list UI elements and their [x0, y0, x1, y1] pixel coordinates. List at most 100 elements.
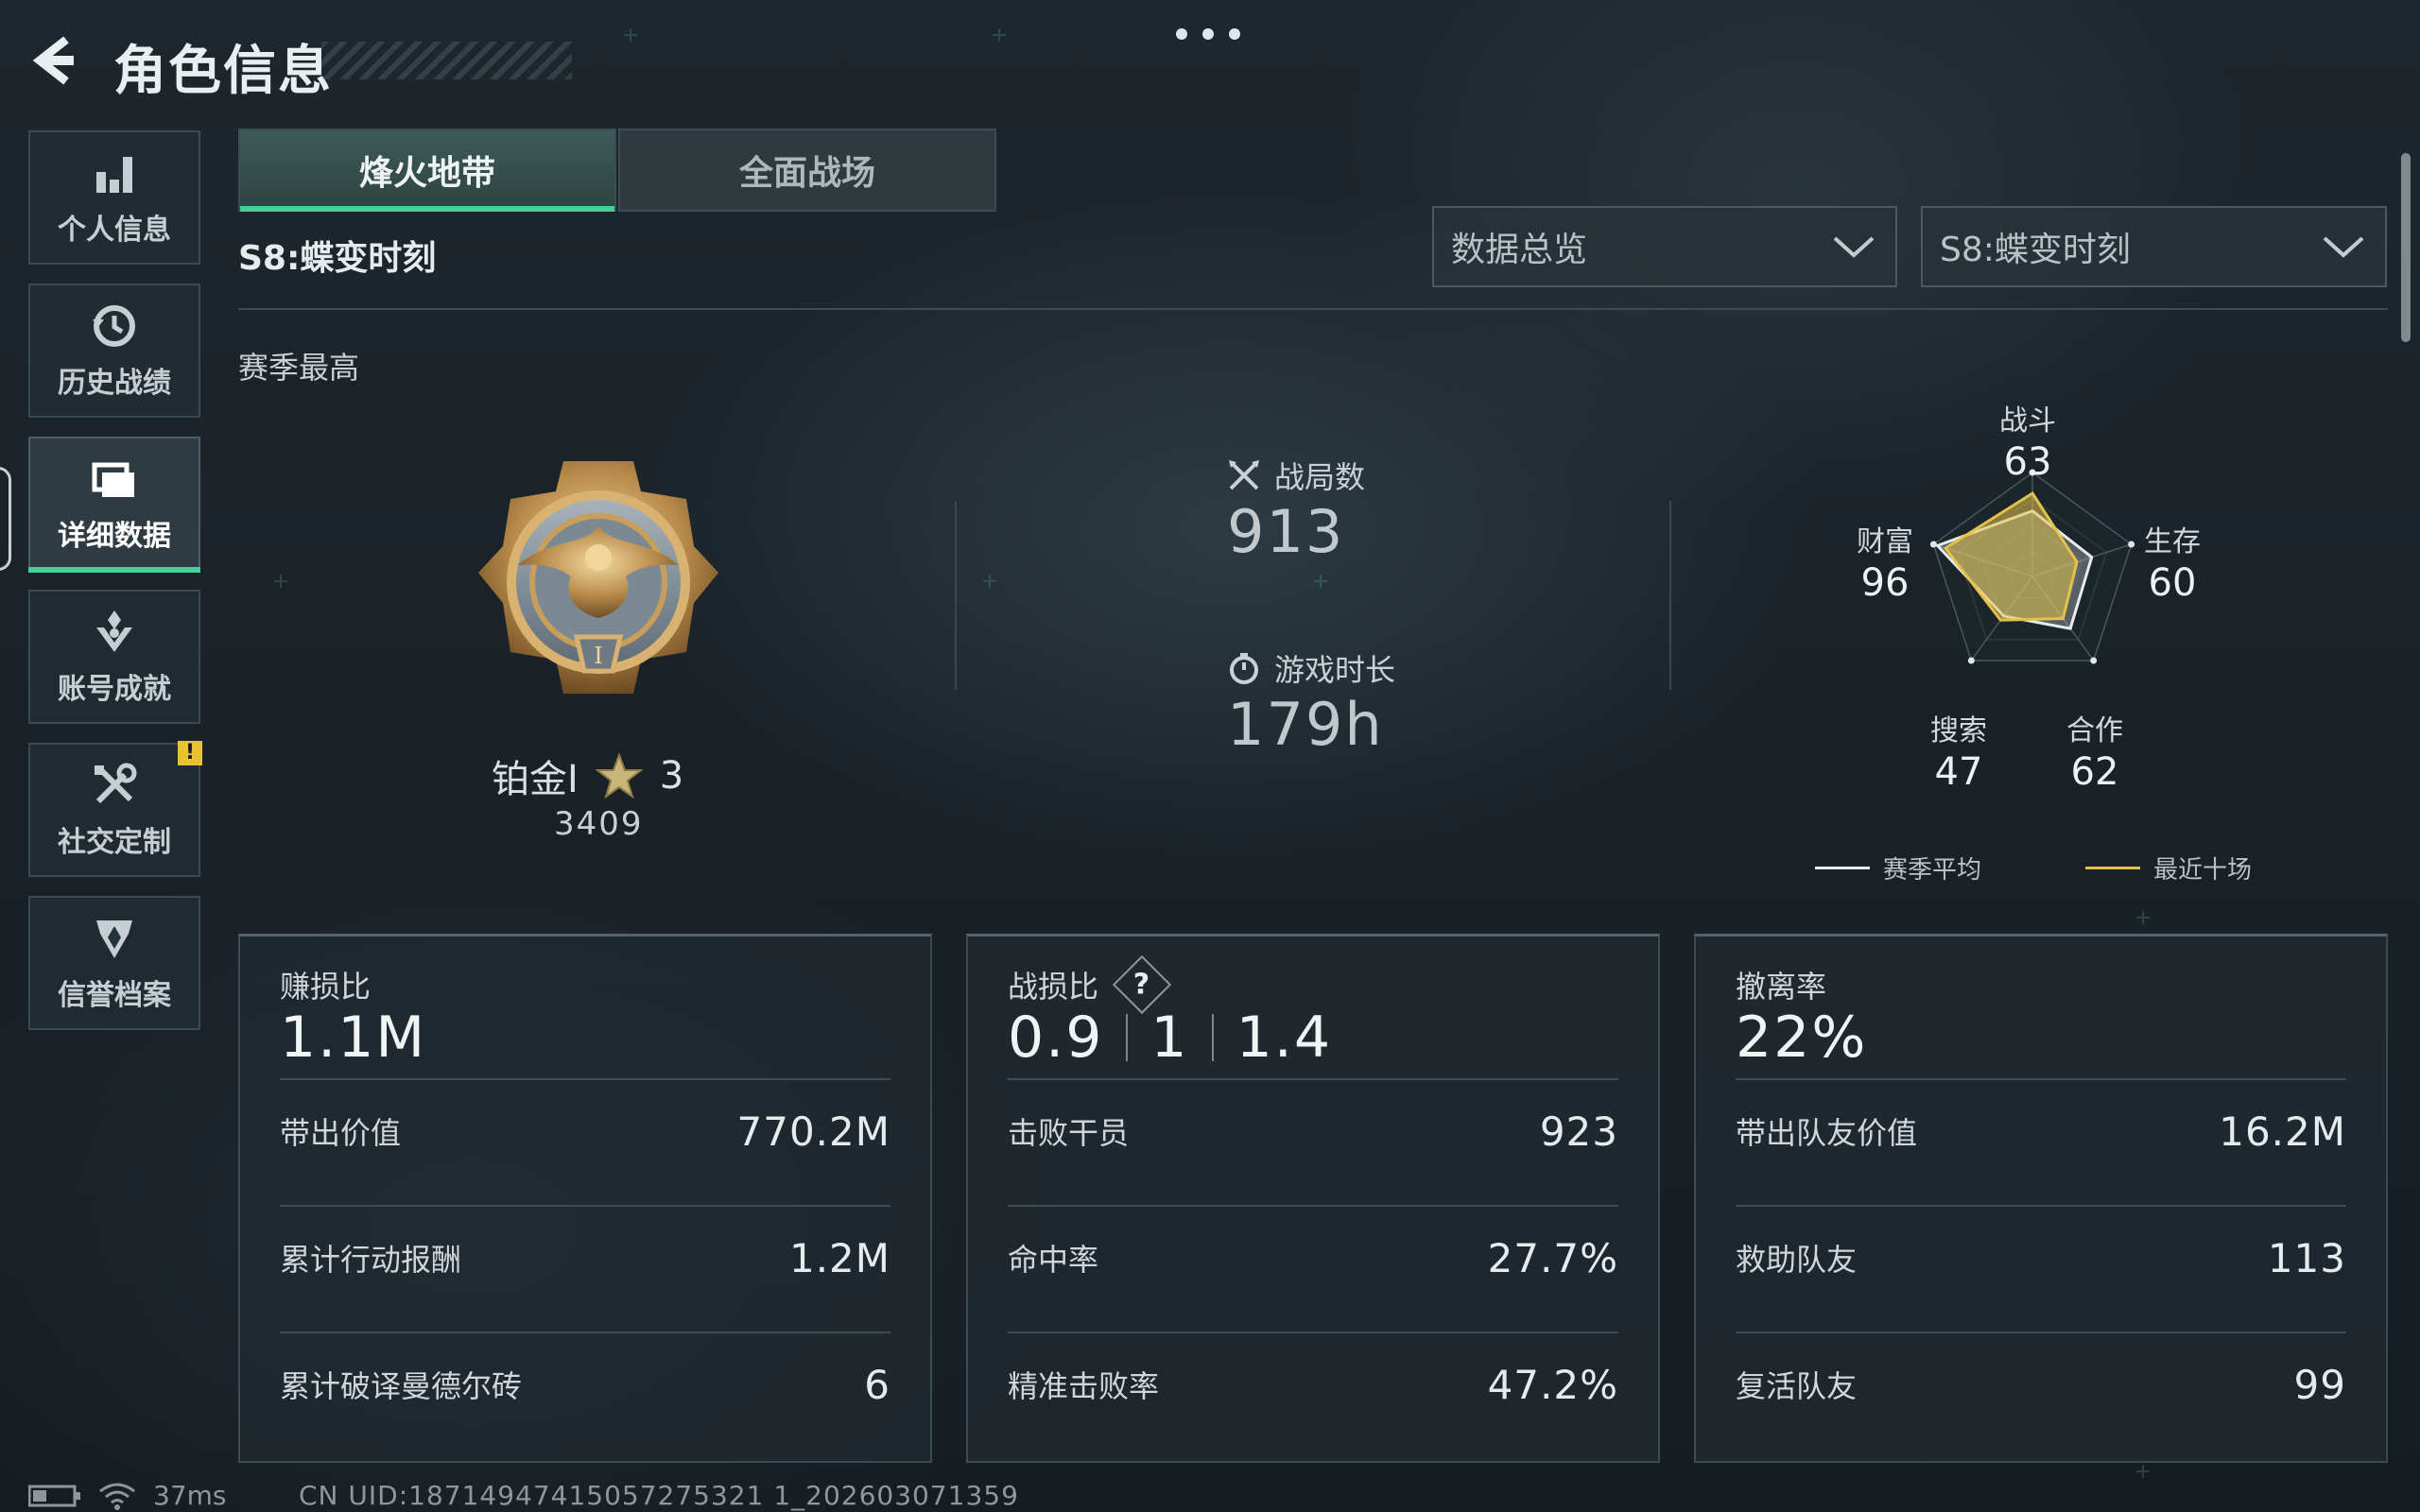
bar-chart-icon	[96, 157, 132, 193]
svg-text:I: I	[594, 643, 602, 669]
divider	[280, 1205, 890, 1207]
stat-row: 复活队友 99	[1736, 1361, 2346, 1408]
card-title: 撤离率	[1736, 969, 1827, 1005]
grid-mark	[274, 575, 287, 588]
legend-swatch	[2085, 867, 2140, 869]
platinum-rank-medal-icon: I	[478, 461, 718, 694]
view-select[interactable]: 数据总览	[1432, 206, 1897, 287]
rank-tier-row: 铂金Ⅰ 3	[492, 748, 683, 803]
wrench-tools-icon	[95, 763, 137, 804]
sidebar-item-credit-record[interactable]: 信誉档案	[28, 896, 200, 1030]
chevron-down-icon	[2323, 236, 2364, 258]
grid-mark	[2136, 911, 2150, 924]
legend-last-ten: 最近十场	[2085, 850, 2252, 885]
radar-value-search: 47	[1934, 750, 1983, 794]
sidebar-item-detailed-data[interactable]: 详细数据	[28, 437, 200, 573]
sidebar-item-history[interactable]: 历史战绩	[28, 284, 200, 418]
chevron-down-icon	[1833, 236, 1875, 258]
radar-spoke	[1970, 576, 2033, 662]
sidebar-item-label: 账号成就	[58, 673, 171, 706]
tab-full-battlefield[interactable]: 全面战场	[618, 129, 996, 212]
sidebar-item-label: 社交定制	[58, 826, 171, 859]
sidebar-item-label: 信誉档案	[58, 979, 171, 1012]
sidebar-item-social-custom[interactable]: 社交定制 !	[28, 741, 202, 877]
season-title: S8:蝶变时刻	[238, 239, 437, 278]
user-uid: CN UID:18714947415057275321 1_2026030713…	[299, 1480, 1019, 1511]
sidebar-item-achievements[interactable]: 账号成就	[28, 590, 200, 724]
divider	[1211, 1014, 1214, 1061]
radar-axis-dot	[2090, 657, 2098, 664]
radar-grid-ring	[1932, 472, 2133, 662]
radar-value-survival: 60	[2148, 561, 2197, 605]
card-main-value: 1.1M	[280, 1005, 427, 1071]
sidebar-item-personal-info[interactable]: 个人信息	[28, 130, 200, 265]
divider	[1126, 1014, 1129, 1061]
rank-score: 3409	[554, 805, 644, 843]
stat-row: 击败干员 923	[1008, 1108, 1618, 1155]
season-select[interactable]: S8:蝶变时刻	[1921, 206, 2387, 287]
back-button[interactable]	[28, 34, 81, 87]
extraction-rate-card: 撤离率 22% 带出队友价值 16.2M 救助队友 113 复活队友 99	[1694, 934, 2388, 1463]
stat-row: 救助队友 113	[1736, 1234, 2346, 1281]
folder-data-icon	[92, 462, 134, 497]
radar-label-cooperation: 合作	[2066, 714, 2123, 747]
radar-value-wealth: 96	[1860, 561, 1910, 605]
stopwatch-icon	[1230, 653, 1258, 684]
stat-row: 累计破译曼德尔砖 6	[280, 1361, 890, 1408]
radar-label-wealth: 财富	[1857, 525, 1913, 558]
divider	[955, 501, 957, 690]
page-title: 角色信息	[113, 41, 333, 102]
divider	[1008, 1332, 1618, 1333]
card-title: 赚损比	[280, 969, 372, 1005]
playtime-label: 游戏时长	[1274, 652, 1396, 688]
grid-mark	[2136, 1465, 2150, 1478]
radar-axis-dot	[2128, 541, 2135, 548]
sidebar-item-label: 个人信息	[58, 214, 171, 247]
radar-spoke	[1933, 543, 2033, 577]
radar-axis-dot	[1929, 541, 1937, 548]
drawer-handle[interactable]	[0, 467, 11, 571]
tab-beacon-zone[interactable]: 烽火地带	[238, 129, 616, 212]
radar-label-survival: 生存	[2144, 525, 2201, 558]
grid-mark	[1314, 575, 1327, 588]
stat-row: 命中率 27.7%	[1008, 1234, 1618, 1281]
back-arrow-icon	[32, 36, 74, 85]
radar-label-search: 搜索	[1930, 714, 1987, 747]
star-icon	[595, 752, 643, 799]
legend-swatch	[1815, 867, 1870, 869]
season-best-label: 赛季最高	[238, 350, 360, 386]
radar-axis-dot	[1967, 657, 1975, 664]
card-title: 战损比 ?	[1008, 954, 1172, 1015]
divider	[1736, 1332, 2346, 1333]
dot-icon	[1202, 28, 1214, 40]
radar-label-combat: 战斗	[1999, 404, 2056, 438]
radar-grid-ring	[1957, 497, 2108, 641]
kd-ratio-value: 1.4	[1236, 1005, 1333, 1071]
history-clock-icon	[93, 305, 135, 347]
radar-series-1	[1943, 490, 2079, 622]
ping-value: 37ms	[153, 1480, 227, 1511]
wifi-icon	[99, 1483, 135, 1510]
dot-icon	[1176, 28, 1187, 40]
kd-ratio-value: 1	[1150, 1005, 1189, 1071]
more-menu-button[interactable]	[1176, 26, 1240, 42]
scrollbar[interactable]	[2401, 153, 2411, 342]
stat-row: 累计行动报酬 1.2M	[280, 1234, 890, 1281]
radar-value-combat: 63	[2003, 440, 2052, 484]
crossed-swords-icon	[1229, 460, 1259, 490]
kill-death-card: 战损比 ? 0.9 1 1.4 击败干员 923 命中率 27.7% 精准击败率 47…	[966, 934, 1660, 1463]
radar-value-cooperation: 62	[2070, 750, 2119, 794]
divider	[1008, 1205, 1618, 1207]
matches-stat: 战局数 913	[1227, 454, 1365, 566]
card-main-value: 0.9 1 1.4	[1008, 1005, 1332, 1071]
kd-ratio-value: 0.9	[1008, 1005, 1104, 1071]
matches-value: 913	[1227, 497, 1345, 566]
dot-icon	[1229, 28, 1240, 40]
divider	[280, 1078, 890, 1080]
divider	[1736, 1078, 2346, 1080]
stat-row: 带出队友价值 16.2M	[1736, 1108, 2346, 1155]
legend-season-average: 赛季平均	[1815, 850, 1981, 885]
grid-mark	[993, 28, 1006, 42]
achievement-badge-icon	[96, 610, 132, 652]
divider	[280, 1332, 890, 1333]
